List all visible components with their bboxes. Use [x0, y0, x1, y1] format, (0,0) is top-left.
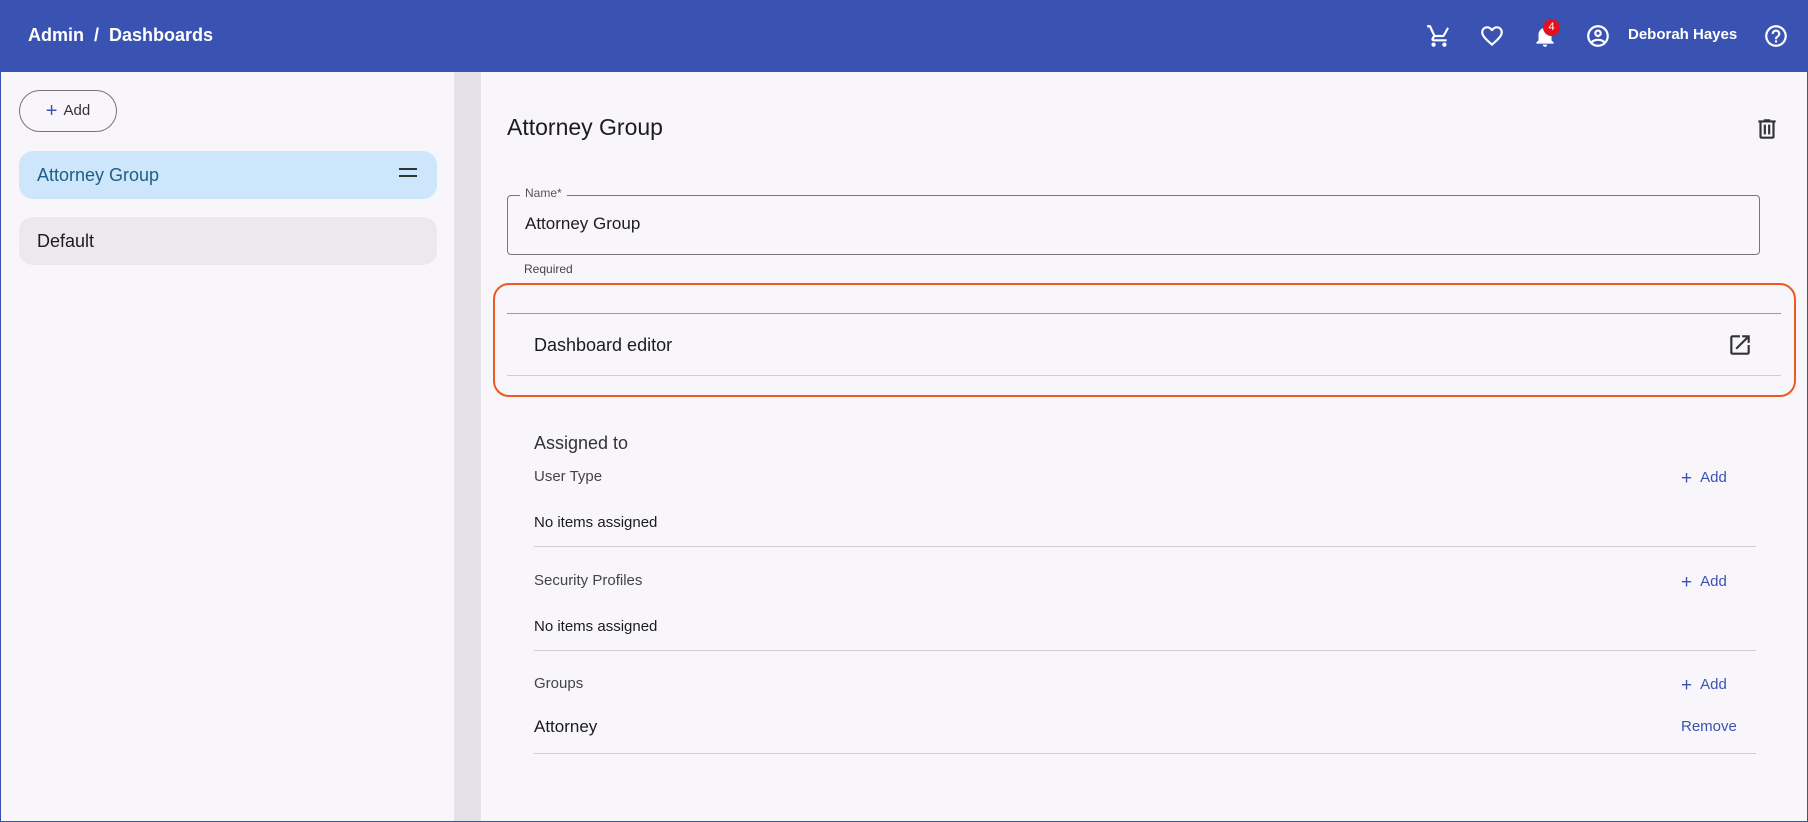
- dashboard-editor-label: Dashboard editor: [534, 335, 673, 355]
- breadcrumb-separator: /: [94, 25, 100, 45]
- add-label: Add: [1700, 469, 1727, 486]
- plus-icon: +: [1681, 572, 1693, 593]
- name-field-label: Name*: [520, 186, 567, 200]
- add-user-type-button[interactable]: + Add: [1681, 468, 1727, 490]
- name-field: Name*: [507, 186, 1760, 255]
- drag-handle-icon[interactable]: [399, 168, 417, 180]
- sidebar-item-label: Default: [37, 231, 95, 251]
- assigned-to-title: Assigned to: [534, 433, 629, 453]
- user-name[interactable]: Deborah Hayes: [1628, 26, 1737, 43]
- divider: [534, 650, 1756, 651]
- open-in-new-icon[interactable]: [1727, 332, 1753, 358]
- notification-badge: 4: [1543, 19, 1560, 36]
- remove-group-button[interactable]: Remove: [1681, 718, 1737, 735]
- top-app-bar: Admin / Dashboards 4 Deborah Hayes: [1, 1, 1807, 72]
- group-item-attorney: Attorney: [534, 717, 598, 736]
- heart-icon[interactable]: [1479, 23, 1505, 49]
- security-profiles-label: Security Profiles: [534, 572, 643, 589]
- divider: [507, 313, 1781, 314]
- highlight-outline: [493, 283, 1796, 397]
- security-profiles-empty-text: No items assigned: [534, 618, 658, 635]
- page-title: Attorney Group: [507, 114, 663, 140]
- add-dashboard-button[interactable]: + Add: [19, 90, 117, 132]
- add-label: Add: [1700, 573, 1727, 590]
- sidebar-item-default[interactable]: Default: [19, 217, 437, 265]
- add-dashboard-label: Add: [63, 101, 91, 119]
- user-type-label: User Type: [534, 468, 603, 485]
- plus-icon: +: [1681, 468, 1693, 489]
- breadcrumb-dashboards: Dashboards: [109, 25, 214, 45]
- divider: [507, 375, 1781, 376]
- dashboard-detail-panel: Attorney Group Name* Required Dashboard …: [481, 72, 1807, 821]
- dashboard-list-sidebar: + Add Attorney Group Default: [1, 72, 454, 821]
- name-input[interactable]: [525, 214, 1725, 234]
- name-helper-text: Required: [524, 262, 573, 276]
- delete-icon[interactable]: [1754, 116, 1780, 142]
- help-icon[interactable]: [1763, 23, 1789, 49]
- groups-label: Groups: [534, 675, 584, 692]
- cart-icon[interactable]: [1426, 23, 1452, 49]
- divider: [534, 753, 1756, 754]
- plus-icon: +: [1681, 675, 1693, 696]
- user-type-empty-text: No items assigned: [534, 514, 658, 531]
- plus-icon: +: [45, 99, 58, 122]
- sidebar-item-label: Attorney Group: [37, 165, 160, 185]
- account-circle-icon[interactable]: [1585, 23, 1611, 49]
- breadcrumb: Admin / Dashboards: [28, 25, 213, 46]
- add-group-button[interactable]: + Add: [1681, 675, 1727, 697]
- panel-scrollbar[interactable]: [454, 72, 481, 821]
- breadcrumb-admin[interactable]: Admin: [28, 25, 84, 45]
- divider: [534, 546, 1756, 547]
- add-label: Add: [1700, 676, 1727, 693]
- app-window: Admin / Dashboards 4 Deborah Hayes + Add At…: [0, 0, 1808, 822]
- sidebar-item-attorney-group[interactable]: Attorney Group: [19, 151, 437, 199]
- add-security-profile-button[interactable]: + Add: [1681, 572, 1727, 594]
